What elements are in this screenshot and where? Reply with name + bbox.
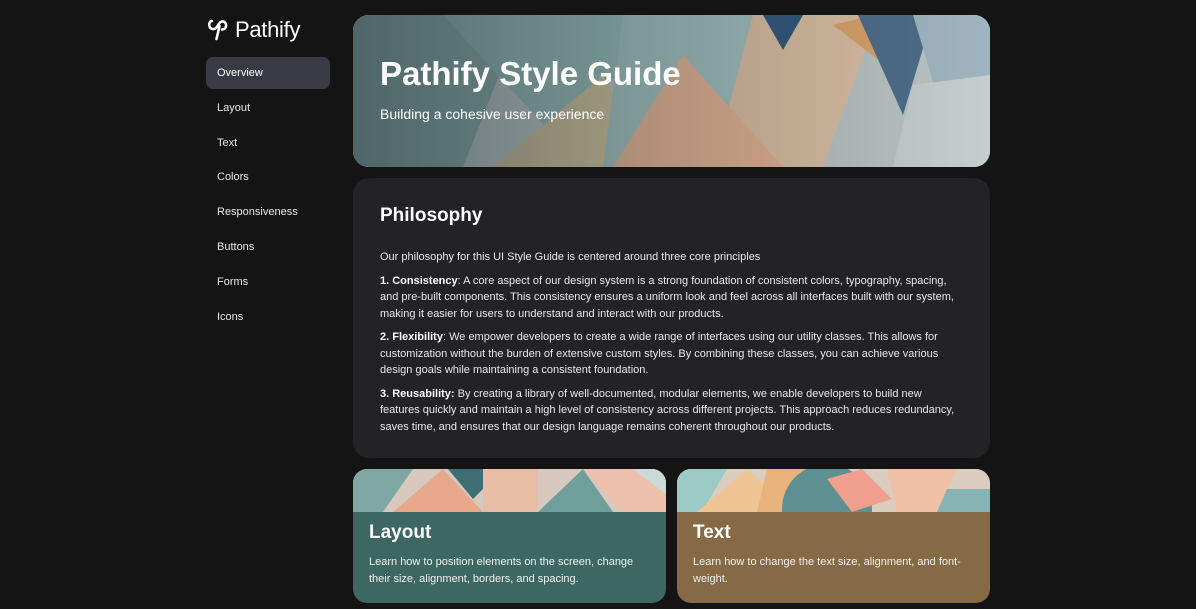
brand-logo[interactable]: Pathify bbox=[206, 16, 330, 44]
principle-text: : A core aspect of our design system is … bbox=[380, 274, 954, 320]
principle-title: 1. Consistency bbox=[380, 274, 458, 287]
philosophy-heading: Philosophy bbox=[380, 205, 483, 226]
principle-title: 3. Reusability: bbox=[380, 387, 455, 400]
sidebar-item-text[interactable]: Text bbox=[206, 127, 330, 159]
sidebar-item-colors[interactable]: Colors bbox=[206, 161, 330, 193]
text-card-title: Text bbox=[693, 522, 731, 543]
sidebar-item-overview[interactable]: Overview bbox=[206, 57, 330, 89]
sidebar-item-buttons[interactable]: Buttons bbox=[206, 231, 330, 263]
layout-card-description: Learn how to position elements on the sc… bbox=[369, 556, 634, 585]
pathify-logo-icon bbox=[207, 19, 228, 41]
philosophy-section: Philosophy Our philosophy for this UI St… bbox=[353, 178, 990, 458]
sidebar-item-layout[interactable]: Layout bbox=[206, 92, 330, 124]
philosophy-intro: Our philosophy for this UI Style Guide i… bbox=[380, 251, 761, 263]
text-card-image bbox=[677, 469, 990, 512]
principle-title: 2. Flexibility bbox=[380, 331, 443, 343]
principle-flexibility: 2. Flexibility: We empower developers to… bbox=[380, 329, 964, 379]
sidebar-item-responsiveness[interactable]: Responsiveness bbox=[206, 196, 330, 228]
hero-banner: Pathify Style Guide Building a cohesive … bbox=[353, 15, 990, 167]
sidebar-item-icons[interactable]: Icons bbox=[206, 301, 330, 333]
layout-card-title: Layout bbox=[369, 522, 432, 543]
page-subtitle: Building a cohesive user experience bbox=[380, 106, 605, 122]
principle-text: By creating a library of well-documented… bbox=[380, 387, 955, 433]
brand-name: Pathify bbox=[235, 17, 301, 42]
layout-card[interactable]: Layout Learn how to position elements on… bbox=[353, 469, 666, 603]
sidebar: Pathify Overview Layout Text Colors Resp… bbox=[206, 16, 330, 335]
style-guide-page: Pathify Overview Layout Text Colors Resp… bbox=[0, 0, 1196, 609]
sidebar-item-forms[interactable]: Forms bbox=[206, 266, 330, 298]
principle-reusability: 3. Reusability: By creating a library of… bbox=[380, 386, 964, 436]
text-card[interactable]: Text Learn how to change the text size, … bbox=[677, 469, 990, 603]
text-card-description: Learn how to change the text size, align… bbox=[693, 556, 961, 585]
layout-card-image bbox=[353, 469, 666, 512]
page-title: Pathify Style Guide bbox=[380, 55, 681, 92]
principle-consistency: 1. Consistency: A core aspect of our des… bbox=[380, 273, 964, 323]
principle-text: : We empower developers to create a wide… bbox=[380, 331, 939, 376]
